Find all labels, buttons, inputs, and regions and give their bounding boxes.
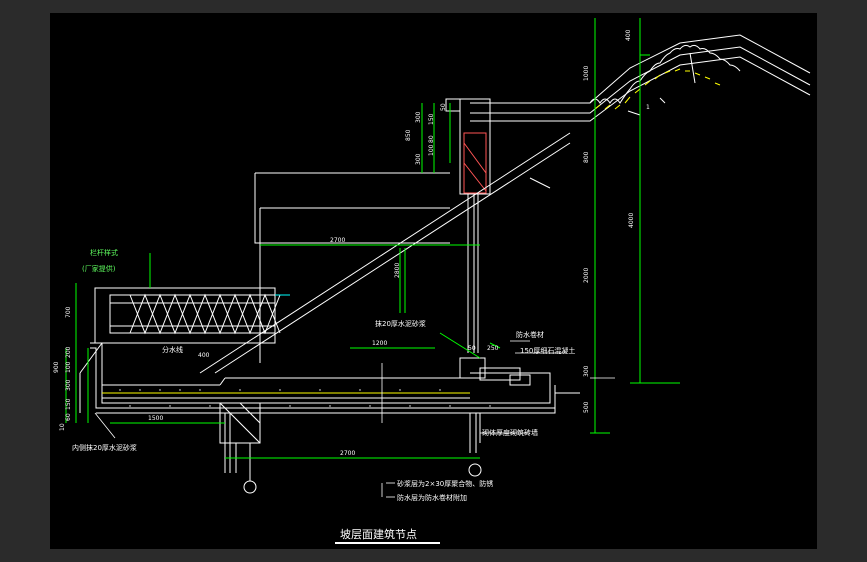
dim-150b: 150 <box>428 113 435 125</box>
section-drawing: 400 1000 800 4000 2000 300 500 2700 2700… <box>53 18 811 544</box>
top-parapet <box>445 98 491 353</box>
drawing-sheet: 400 1000 800 4000 2000 300 500 2700 2700… <box>50 13 817 549</box>
dim-1200: 1200 <box>372 340 387 347</box>
note-waterline: 分水线 <box>162 345 183 354</box>
dim-2000: 2000 <box>583 268 590 283</box>
dim-1500: 1500 <box>148 415 163 422</box>
dim-50b: 50 <box>468 345 476 352</box>
dim-700: 700 <box>65 306 72 318</box>
railing-truss <box>94 287 290 344</box>
cad-viewport[interactable]: 400 1000 800 4000 2000 300 500 2700 2700… <box>0 0 867 562</box>
dim-60: 60 <box>65 413 72 421</box>
dim-300: 300 <box>583 365 590 377</box>
leader-lines <box>94 340 615 498</box>
note-railing-style: 栏杆样式 <box>90 248 118 257</box>
dim-200: 200 <box>65 346 72 358</box>
dim-2800: 2800 <box>394 263 401 278</box>
dim-500: 500 <box>583 401 590 413</box>
note-railing-factory: (厂家提供) <box>82 264 116 273</box>
upper-frame <box>254 172 450 363</box>
note-brick-wall: 砌体厚度砌筑砖墙 <box>482 428 538 437</box>
dim-300c: 300 <box>415 111 422 123</box>
note-concrete: 防水卷材 <box>516 330 544 339</box>
dim-150: 150 <box>65 398 72 410</box>
dim-2700-lower: 2700 <box>340 450 355 457</box>
dim-400-top: 400 <box>625 29 632 41</box>
dim-1: 1 <box>646 104 650 111</box>
dim-800-right: 800 <box>583 151 590 163</box>
note-leader-1: 砂浆层为2×30厚聚合物、防锈 <box>397 479 493 488</box>
dim-250: 250 <box>487 345 499 352</box>
note-drain: 150厚细石混凝土 <box>520 346 575 355</box>
dim-400-mid: 400 <box>198 352 210 359</box>
dim-4000: 4000 <box>628 213 635 228</box>
dim-2700-upper: 2700 <box>330 237 345 244</box>
dimension-lines <box>65 18 680 459</box>
dim-100b: 100 <box>428 144 435 156</box>
note-leader-2: 防水层为防水卷材附加 <box>397 493 467 502</box>
dim-850: 850 <box>405 129 412 141</box>
dim-300d: 300 <box>415 153 422 165</box>
diagonal-beam <box>199 132 571 374</box>
dim-80: 80 <box>428 135 435 143</box>
drawing-title: 坡层面建筑节点 <box>340 527 417 541</box>
floor-slab <box>79 342 580 444</box>
note-cement-mortar-left: 内侧抹20厚水泥砂浆 <box>72 443 137 452</box>
dim-50: 50 <box>440 103 447 111</box>
note-cement-mortar-top: 抹20厚水泥砂浆 <box>375 319 426 328</box>
dim-1000: 1000 <box>583 66 590 81</box>
dim-10: 10 <box>59 423 66 431</box>
dim-300b: 300 <box>65 379 72 391</box>
dim-100a: 100 <box>65 361 72 373</box>
dim-900: 900 <box>53 361 60 373</box>
